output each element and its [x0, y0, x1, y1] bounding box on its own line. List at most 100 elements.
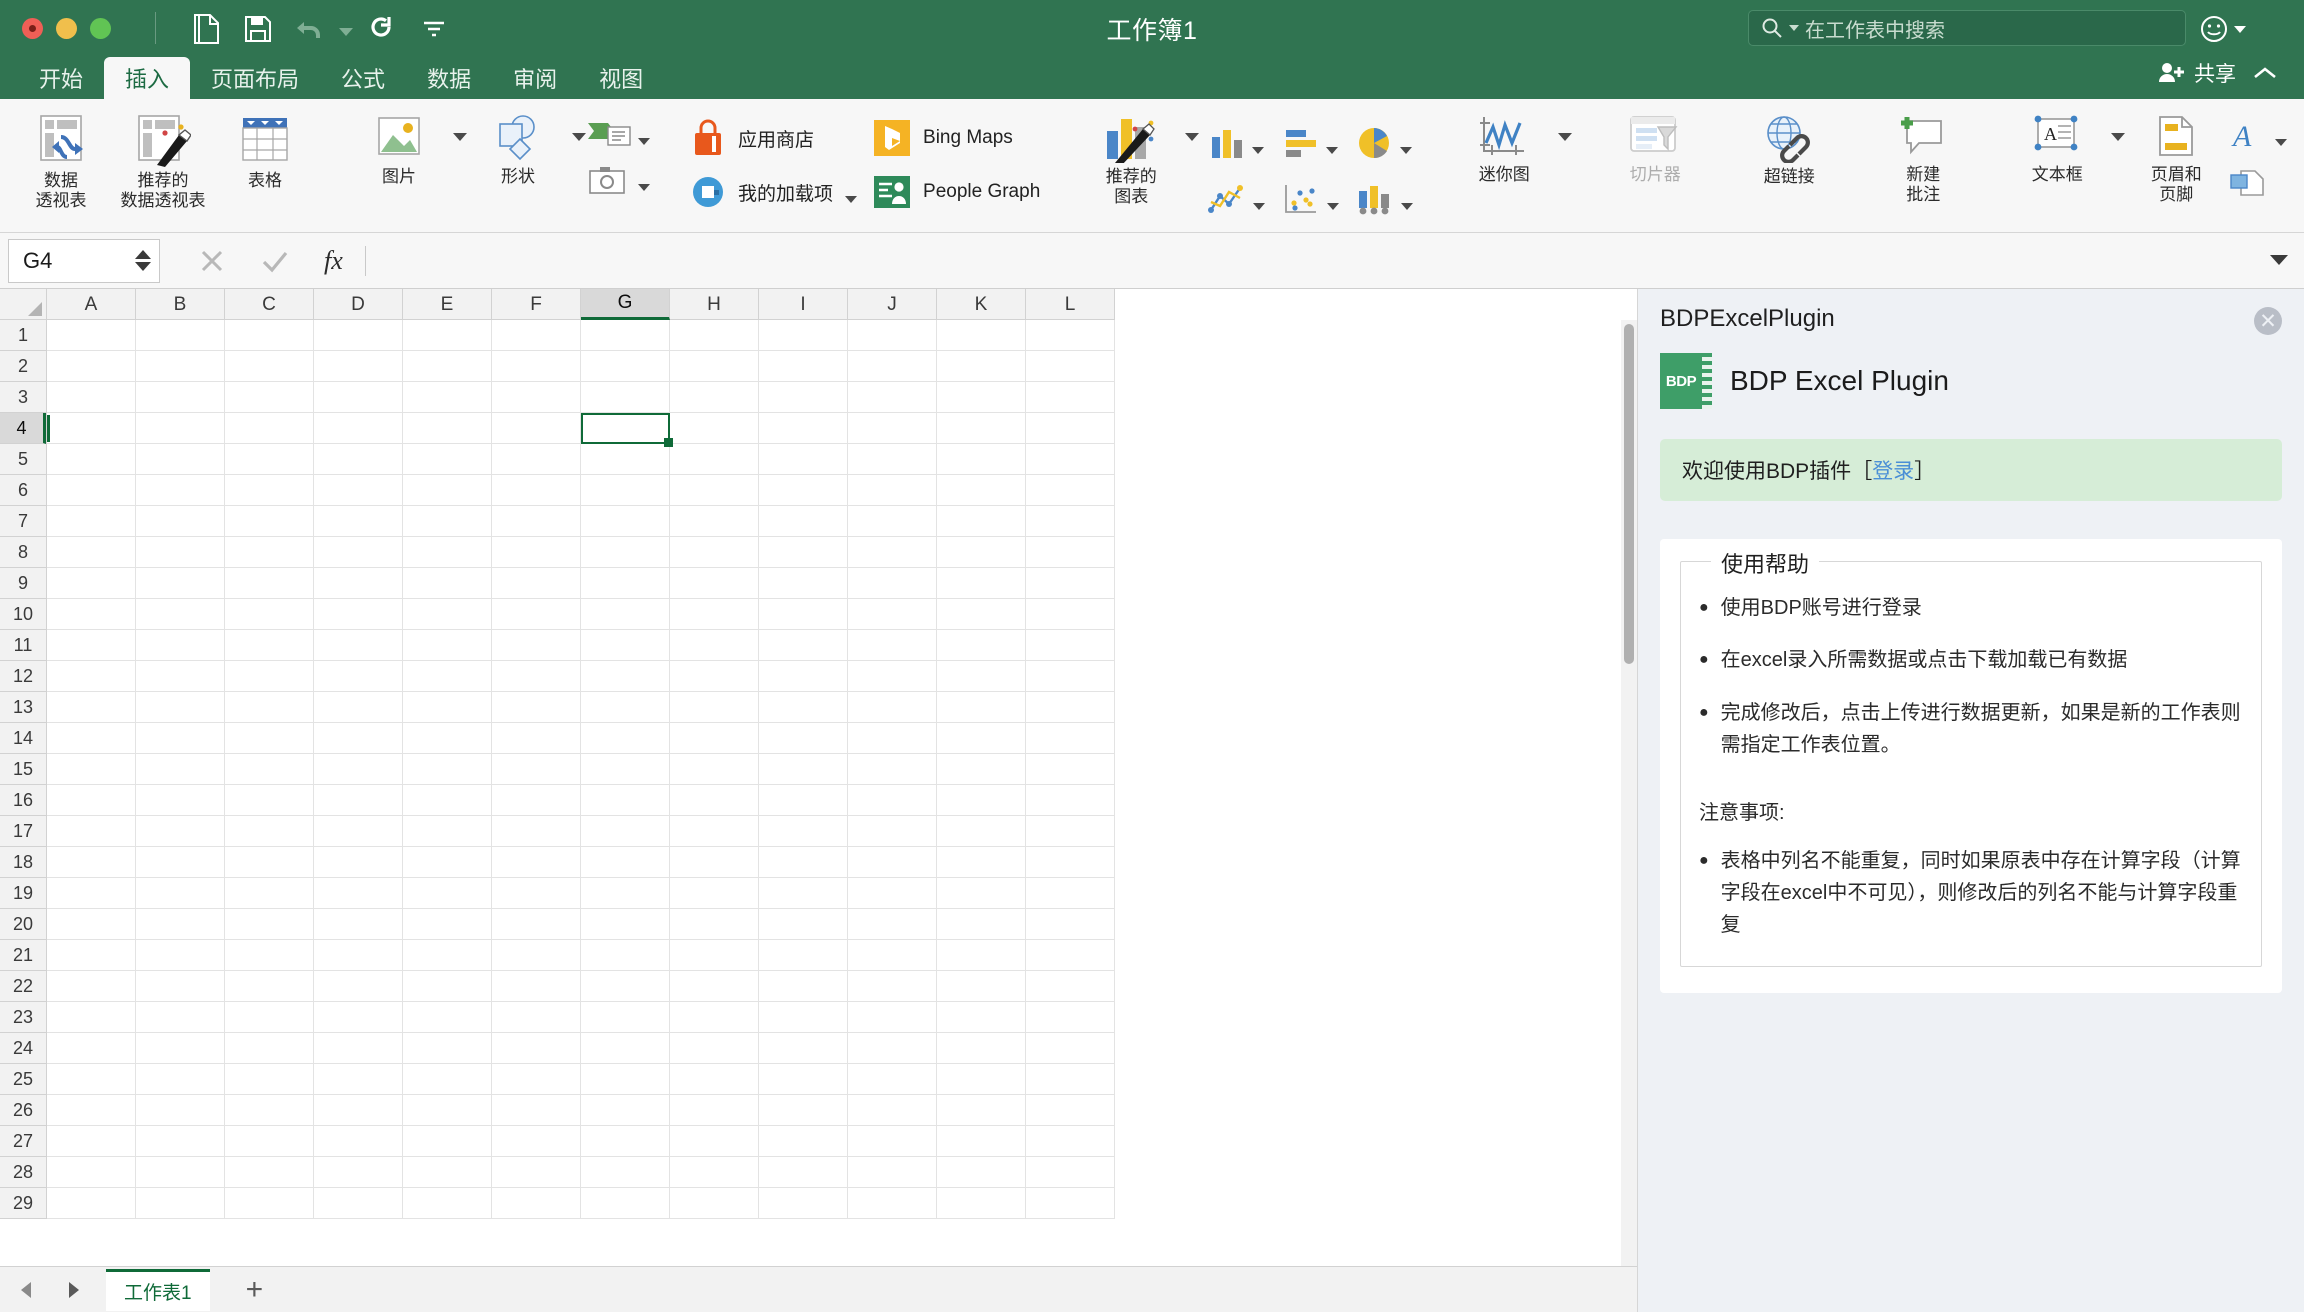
- cell-L2[interactable]: [1026, 351, 1115, 382]
- cell-G15[interactable]: [581, 754, 670, 785]
- new-comment-button[interactable]: 新建 批注: [1872, 107, 1974, 225]
- cell-C28[interactable]: [225, 1157, 314, 1188]
- cell-I8[interactable]: [759, 537, 848, 568]
- cell-B5[interactable]: [136, 444, 225, 475]
- cell-J24[interactable]: [848, 1033, 937, 1064]
- cell-G27[interactable]: [581, 1126, 670, 1157]
- tab-review[interactable]: 审阅: [492, 57, 578, 99]
- cell-F16[interactable]: [492, 785, 581, 816]
- cell-H19[interactable]: [670, 878, 759, 909]
- cell-A15[interactable]: [47, 754, 136, 785]
- cell-L26[interactable]: [1026, 1095, 1115, 1126]
- cell-B3[interactable]: [136, 382, 225, 413]
- cell-B4[interactable]: [136, 413, 225, 444]
- cell-F20[interactable]: [492, 909, 581, 940]
- cell-G18[interactable]: [581, 847, 670, 878]
- cell-L16[interactable]: [1026, 785, 1115, 816]
- cell-D16[interactable]: [314, 785, 403, 816]
- cell-D7[interactable]: [314, 506, 403, 537]
- text-box-button[interactable]: A 文本框: [2006, 107, 2126, 225]
- cell-C16[interactable]: [225, 785, 314, 816]
- cell-D10[interactable]: [314, 599, 403, 630]
- cell-J13[interactable]: [848, 692, 937, 723]
- cell-H16[interactable]: [670, 785, 759, 816]
- row-header-9[interactable]: 9: [0, 568, 46, 599]
- cell-J11[interactable]: [848, 630, 937, 661]
- sparkline-dropdown-icon[interactable]: [1558, 133, 1573, 141]
- cell-E9[interactable]: [403, 568, 492, 599]
- my-addins-dropdown-icon[interactable]: [845, 195, 858, 203]
- cell-G12[interactable]: [581, 661, 670, 692]
- cell-H4[interactable]: [670, 413, 759, 444]
- cell-K7[interactable]: [937, 506, 1026, 537]
- cell-H26[interactable]: [670, 1095, 759, 1126]
- cell-D23[interactable]: [314, 1002, 403, 1033]
- cell-C5[interactable]: [225, 444, 314, 475]
- cell-C23[interactable]: [225, 1002, 314, 1033]
- fx-icon[interactable]: fx: [324, 246, 343, 276]
- cell-J19[interactable]: [848, 878, 937, 909]
- cell-I20[interactable]: [759, 909, 848, 940]
- row-header-23[interactable]: 23: [0, 1002, 46, 1033]
- cell-J17[interactable]: [848, 816, 937, 847]
- cell-J8[interactable]: [848, 537, 937, 568]
- cell-H18[interactable]: [670, 847, 759, 878]
- cell-G28[interactable]: [581, 1157, 670, 1188]
- cell-D28[interactable]: [314, 1157, 403, 1188]
- cell-E16[interactable]: [403, 785, 492, 816]
- cell-C27[interactable]: [225, 1126, 314, 1157]
- cell-K11[interactable]: [937, 630, 1026, 661]
- recommended-pivot-table-button[interactable]: 推荐的 数据透视表: [112, 107, 214, 225]
- cell-L23[interactable]: [1026, 1002, 1115, 1033]
- shapes-button[interactable]: 形状: [467, 107, 586, 225]
- cell-I18[interactable]: [759, 847, 848, 878]
- cell-A19[interactable]: [47, 878, 136, 909]
- cell-I12[interactable]: [759, 661, 848, 692]
- cell-J22[interactable]: [848, 971, 937, 1002]
- cell-G3[interactable]: [581, 382, 670, 413]
- cell-G1[interactable]: [581, 320, 670, 351]
- cell-G5[interactable]: [581, 444, 670, 475]
- cell-B6[interactable]: [136, 475, 225, 506]
- cell-L29[interactable]: [1026, 1188, 1115, 1219]
- row-header-6[interactable]: 6: [0, 475, 46, 506]
- tab-insert[interactable]: 插入: [104, 57, 191, 99]
- cell-H8[interactable]: [670, 537, 759, 568]
- combo-chart-dropdown-icon[interactable]: [1401, 202, 1414, 210]
- cell-E18[interactable]: [403, 847, 492, 878]
- cell-H9[interactable]: [670, 568, 759, 599]
- cell-K5[interactable]: [937, 444, 1026, 475]
- cell-E13[interactable]: [403, 692, 492, 723]
- row-header-25[interactable]: 25: [0, 1064, 46, 1095]
- cell-A16[interactable]: [47, 785, 136, 816]
- cell-C25[interactable]: [225, 1064, 314, 1095]
- cell-F18[interactable]: [492, 847, 581, 878]
- cell-K10[interactable]: [937, 599, 1026, 630]
- cell-C26[interactable]: [225, 1095, 314, 1126]
- cancel-icon[interactable]: [198, 247, 226, 275]
- cell-A4[interactable]: [47, 413, 136, 444]
- my-addins-button[interactable]: 我的加载项: [682, 171, 865, 213]
- cell-J1[interactable]: [848, 320, 937, 351]
- cell-I6[interactable]: [759, 475, 848, 506]
- scatter-chart-dropdown-icon[interactable]: [1327, 202, 1340, 210]
- line-chart-button[interactable]: [1207, 182, 1266, 216]
- cell-F4[interactable]: [492, 413, 581, 444]
- cell-H27[interactable]: [670, 1126, 759, 1157]
- cell-E23[interactable]: [403, 1002, 492, 1033]
- wordart-button[interactable]: A: [2227, 117, 2288, 153]
- cell-B27[interactable]: [136, 1126, 225, 1157]
- cell-C6[interactable]: [225, 475, 314, 506]
- cell-D5[interactable]: [314, 444, 403, 475]
- cell-D21[interactable]: [314, 940, 403, 971]
- cell-I22[interactable]: [759, 971, 848, 1002]
- cell-L12[interactable]: [1026, 661, 1115, 692]
- cell-I15[interactable]: [759, 754, 848, 785]
- cell-G24[interactable]: [581, 1033, 670, 1064]
- cell-F29[interactable]: [492, 1188, 581, 1219]
- cell-G26[interactable]: [581, 1095, 670, 1126]
- cell-A29[interactable]: [47, 1188, 136, 1219]
- cell-C18[interactable]: [225, 847, 314, 878]
- cell-K6[interactable]: [937, 475, 1026, 506]
- cell-L1[interactable]: [1026, 320, 1115, 351]
